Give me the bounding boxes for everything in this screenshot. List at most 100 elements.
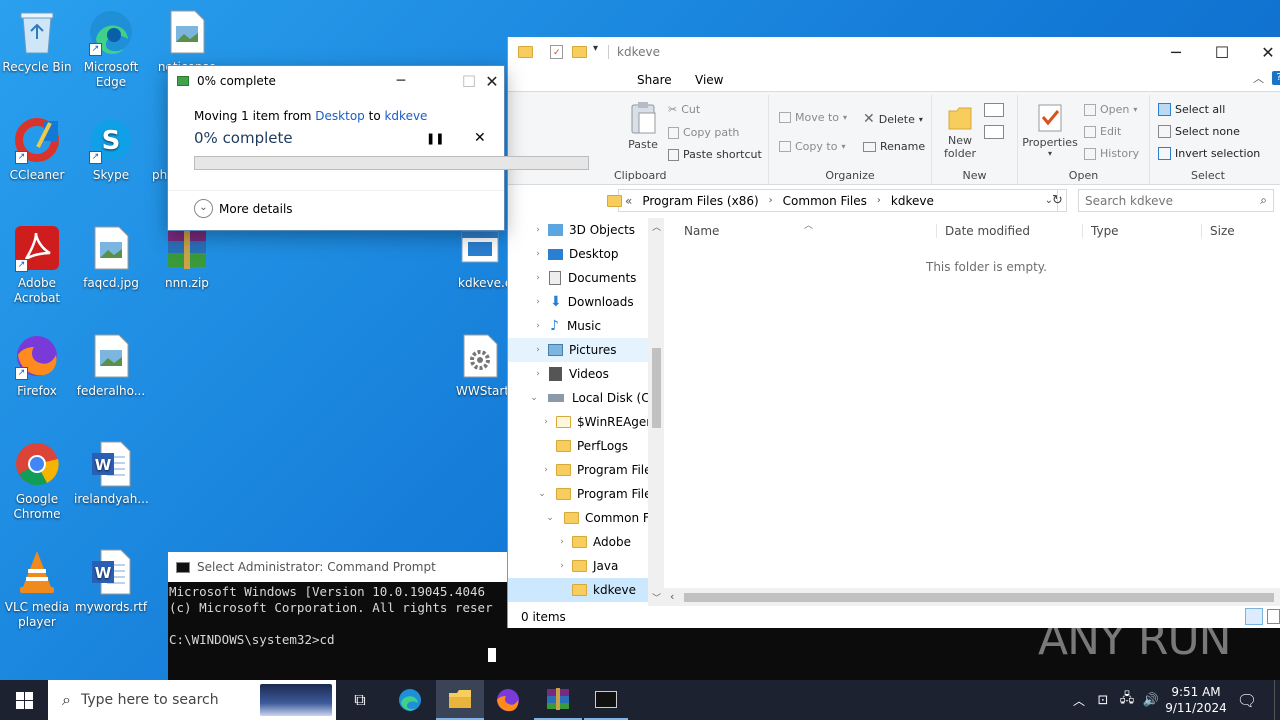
maximize-button[interactable]: ☐ bbox=[1199, 37, 1245, 67]
desktop-icon-nnn-zip[interactable]: nnn.zip bbox=[150, 224, 224, 291]
volume-icon[interactable]: 🔊 bbox=[1140, 680, 1162, 720]
chevron-right-icon[interactable]: › bbox=[556, 561, 568, 571]
desktop-icon-acrobat[interactable]: ↗ Adobe Acrobat bbox=[0, 224, 74, 306]
collapse-ribbon-icon[interactable]: ︿ bbox=[1253, 70, 1264, 86]
open-button[interactable]: Open ▾ bbox=[1084, 103, 1137, 116]
invert-selection-button[interactable]: Invert selection bbox=[1158, 147, 1260, 160]
cut-button[interactable]: ✂ Cut bbox=[668, 103, 700, 116]
chevron-down-icon[interactable]: ⌄ bbox=[536, 489, 548, 499]
nav-item-program-files[interactable]: › Program Files bbox=[540, 458, 658, 482]
task-view-button[interactable]: ⧉ bbox=[338, 680, 382, 720]
pause-button[interactable]: ❚❚ bbox=[426, 132, 444, 145]
hscroll-thumb[interactable] bbox=[684, 593, 1274, 602]
desktop-icon-firefox[interactable]: ↗ Firefox bbox=[0, 332, 74, 399]
scroll-up-icon[interactable]: ︿ bbox=[652, 220, 661, 233]
edit-button[interactable]: Edit bbox=[1084, 125, 1121, 138]
cancel-button[interactable]: ✕ bbox=[474, 130, 486, 146]
desktop-icon-edge[interactable]: ↗ Microsoft Edge bbox=[74, 8, 148, 90]
minimize-button[interactable]: ─ bbox=[1153, 37, 1199, 67]
chevron-down-icon[interactable]: ⌄ bbox=[544, 513, 556, 523]
taskbar-file-explorer[interactable] bbox=[436, 680, 484, 720]
history-button[interactable]: History bbox=[1084, 147, 1139, 160]
tiles-view-icon[interactable] bbox=[1267, 609, 1280, 624]
close-button[interactable]: ✕ bbox=[469, 66, 515, 96]
desktop-icon-faqcd[interactable]: faqcd.jpg bbox=[74, 224, 148, 291]
nav-item-adobe[interactable]: › Adobe bbox=[556, 530, 631, 554]
overflow-chevron-icon[interactable]: « bbox=[625, 194, 632, 208]
nav-item-downloads[interactable]: › ⬇ Downloads bbox=[532, 290, 633, 314]
select-none-button[interactable]: Select none bbox=[1158, 125, 1240, 138]
tray-device-icon[interactable]: ⊡ bbox=[1092, 680, 1114, 720]
scrollbar-thumb[interactable] bbox=[652, 348, 661, 428]
breadcrumb-item[interactable]: Common Files bbox=[783, 194, 867, 208]
move-to-button[interactable]: Move to ▾ bbox=[779, 111, 847, 124]
show-desktop-button[interactable] bbox=[1274, 680, 1280, 720]
desktop-icon-irelandyah[interactable]: W irelandyah... bbox=[74, 440, 149, 507]
nav-scrollbar[interactable]: ︿ ﹀ bbox=[648, 218, 664, 606]
properties-quick-icon[interactable]: ✓ bbox=[550, 45, 563, 59]
properties-button[interactable]: Properties ▾ bbox=[1022, 103, 1078, 158]
nav-item-program-files-x86[interactable]: ⌄ Program Files bbox=[536, 482, 658, 506]
desktop-icon-recycle-bin[interactable]: Recycle Bin bbox=[0, 8, 74, 75]
chevron-right-icon[interactable]: › bbox=[532, 321, 544, 331]
breadcrumb-item[interactable]: Program Files (x86) bbox=[642, 194, 758, 208]
source-link[interactable]: Desktop bbox=[315, 109, 365, 123]
search-box[interactable]: ⌕ bbox=[1078, 189, 1274, 212]
taskbar-cmd[interactable] bbox=[584, 680, 628, 720]
nav-item-3d-objects[interactable]: › 3D Objects bbox=[532, 218, 635, 242]
scroll-left-icon[interactable]: ‹ bbox=[670, 590, 674, 603]
chevron-right-icon[interactable]: › bbox=[540, 417, 552, 427]
taskbar-search-box[interactable]: ⌕ Type here to search bbox=[48, 680, 336, 720]
desktop-icon-mywords[interactable]: W mywords.rtf bbox=[74, 548, 148, 615]
network-icon[interactable]: 🖧 bbox=[1116, 680, 1138, 720]
clock[interactable]: 9:51 AM 9/11/2024 bbox=[1164, 680, 1228, 720]
desktop-icon-wwstartu[interactable]: WWStartu bbox=[450, 332, 510, 399]
chevron-right-icon[interactable]: › bbox=[532, 345, 544, 355]
chevron-right-icon[interactable]: › bbox=[532, 249, 544, 259]
nav-item-java[interactable]: › Java bbox=[556, 554, 618, 578]
chevron-right-icon[interactable]: › bbox=[532, 225, 544, 235]
nav-item-music[interactable]: › ♪ Music bbox=[532, 314, 601, 338]
show-hidden-icons[interactable]: ︿ bbox=[1068, 680, 1090, 720]
desktop-icon-kdkeve-exe[interactable]: kdkeve.exe bbox=[450, 224, 510, 291]
chevron-right-icon[interactable]: › bbox=[532, 273, 544, 283]
chevron-right-icon[interactable]: › bbox=[556, 537, 568, 547]
select-all-button[interactable]: Select all bbox=[1158, 103, 1225, 116]
tab-view[interactable]: View bbox=[695, 73, 723, 87]
rename-button[interactable]: Rename bbox=[863, 140, 925, 153]
nav-item-desktop[interactable]: › Desktop bbox=[532, 242, 618, 266]
nav-item-winreagent[interactable]: › $WinREAgent bbox=[540, 410, 658, 434]
nav-item-common-files[interactable]: ⌄ Common Fi bbox=[544, 506, 652, 530]
easy-access-icon[interactable] bbox=[984, 125, 1004, 139]
nav-item-videos[interactable]: › Videos bbox=[532, 362, 609, 386]
column-header-size[interactable]: Size bbox=[1201, 224, 1235, 238]
cmd-window[interactable]: Select Administrator: Command Prompt Mic… bbox=[168, 552, 508, 680]
navigation-pane[interactable]: › 3D Objects › Desktop › Documents › ⬇ Downlo… bbox=[508, 218, 664, 606]
notifications-icon[interactable]: 🗨 bbox=[1232, 680, 1262, 720]
address-bar[interactable]: « Program Files (x86) › Common Files › k… bbox=[607, 189, 1058, 212]
nav-item-perflogs[interactable]: PerfLogs bbox=[540, 434, 628, 458]
desktop-icon-federalho[interactable]: federalho... bbox=[74, 332, 148, 399]
more-details-button[interactable]: ⌄ More details bbox=[194, 199, 293, 218]
chevron-down-icon[interactable]: ⌄ bbox=[528, 393, 540, 403]
scroll-down-icon[interactable]: ﹀ bbox=[652, 591, 661, 604]
new-folder-button[interactable]: New folder bbox=[940, 103, 980, 160]
column-header-type[interactable]: Type bbox=[1082, 224, 1119, 238]
taskbar-winrar[interactable] bbox=[534, 680, 582, 720]
desktop-icon-chrome[interactable]: Google Chrome bbox=[0, 440, 74, 522]
copy-to-button[interactable]: Copy to ▾ bbox=[779, 140, 845, 153]
qat-dropdown-icon[interactable]: ▾ bbox=[593, 43, 598, 54]
search-icon[interactable]: ⌕ bbox=[1260, 193, 1267, 208]
desktop-icon-noticense[interactable]: noticense bbox=[150, 8, 224, 75]
new-item-icon[interactable] bbox=[984, 103, 1004, 117]
chevron-right-icon[interactable]: › bbox=[532, 369, 544, 379]
chevron-right-icon[interactable]: › bbox=[532, 297, 544, 307]
nav-item-kdkeve[interactable]: kdkeve bbox=[508, 578, 648, 602]
cmd-prompt-line[interactable]: C:\WINDOWS\system32>cd bbox=[169, 632, 508, 648]
start-button[interactable] bbox=[0, 680, 48, 720]
copy-path-button[interactable]: Copy path bbox=[668, 126, 739, 139]
destination-link[interactable]: kdkeve bbox=[384, 109, 427, 123]
minimize-button[interactable]: ─ bbox=[378, 66, 424, 96]
taskbar-firefox[interactable] bbox=[486, 680, 530, 720]
cmd-titlebar[interactable]: Select Administrator: Command Prompt bbox=[168, 552, 508, 582]
